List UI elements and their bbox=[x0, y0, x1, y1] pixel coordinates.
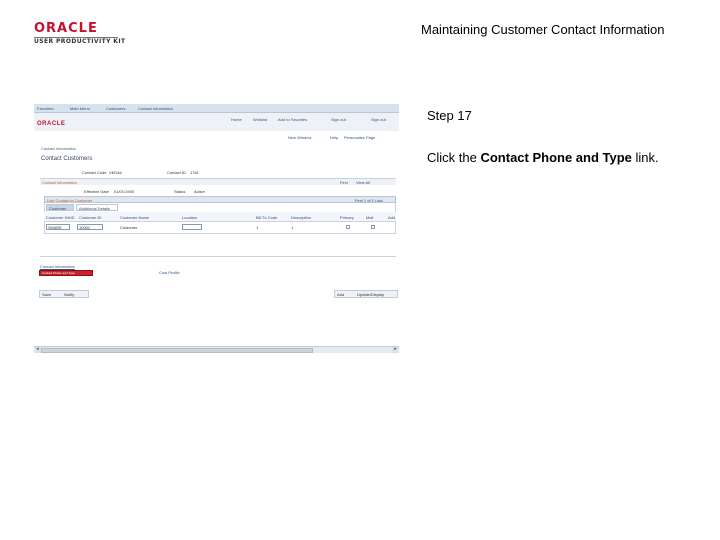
col-bill-to: Bill To Code bbox=[256, 215, 278, 220]
page-title: Contact Customers bbox=[41, 156, 93, 162]
view-all-link[interactable]: View All bbox=[356, 180, 370, 185]
find-link[interactable]: Find bbox=[340, 180, 348, 185]
tab-additional-label: Additional Details bbox=[79, 206, 110, 211]
header-signout-link[interactable]: Sign out bbox=[371, 117, 386, 122]
step-instruction: Click the Contact Phone and Type link. bbox=[427, 150, 659, 165]
help-link[interactable]: Help bbox=[330, 135, 338, 140]
document-title: Maintaining Customer Contact Information bbox=[421, 22, 665, 37]
header-multichannel-link[interactable]: Sign out bbox=[331, 117, 346, 122]
tab-customer[interactable]: Customer bbox=[46, 204, 74, 211]
breadcrumb: Contact Information bbox=[41, 146, 76, 151]
cust-profile-link[interactable]: Cust Profile bbox=[159, 270, 180, 275]
personalize-page-link[interactable]: Personalize Page bbox=[344, 135, 375, 140]
horizontal-scrollbar[interactable]: ◂ ▸ bbox=[34, 346, 399, 353]
grid-pagination[interactable]: First 1 of 1 Last bbox=[355, 198, 383, 203]
add-button[interactable]: Add bbox=[337, 292, 344, 297]
scroll-left-icon[interactable]: ◂ bbox=[34, 347, 41, 353]
grid-title: Link Contact to Customer bbox=[47, 198, 93, 203]
effective-date-label: Effective Date bbox=[84, 189, 109, 194]
header-home-link[interactable]: Home bbox=[231, 117, 242, 122]
customer-name-value: Customer bbox=[120, 225, 138, 230]
setid-value: SHARE bbox=[48, 225, 62, 230]
col-primary: Primary bbox=[340, 215, 354, 220]
grid-column-headers: Customer SetID Customer ID Customer Name… bbox=[44, 212, 396, 222]
app-oracle-logo: ORACLE bbox=[37, 121, 66, 127]
tab-customer-label: Customer bbox=[49, 206, 67, 211]
nav-favorites[interactable]: Favorites bbox=[37, 106, 53, 111]
section-divider bbox=[40, 256, 396, 257]
scroll-thumb[interactable] bbox=[41, 348, 313, 353]
customer-id-value: 10001 bbox=[79, 225, 91, 230]
top-nav-bar: Favorites Main Menu Customers Contact In… bbox=[34, 104, 399, 113]
logo-rule bbox=[34, 37, 118, 38]
scroll-right-icon[interactable]: ▸ bbox=[392, 347, 399, 353]
contact-id-label: Contact ID bbox=[167, 170, 186, 175]
primary-checkbox[interactable] bbox=[346, 225, 350, 229]
step-label: Step 17 bbox=[427, 108, 472, 123]
nav-contact-information[interactable]: Contact Information bbox=[138, 106, 173, 111]
contact-code-value: VM146 bbox=[109, 170, 122, 175]
instruction-prefix: Click the bbox=[427, 150, 481, 165]
contact-code-label: Contact Code bbox=[82, 170, 107, 175]
grid-header: Link Contact to Customer First 1 of 1 La… bbox=[44, 196, 396, 203]
contact-id-value: 1761 bbox=[190, 170, 199, 175]
new-window-link[interactable]: New Window bbox=[288, 135, 311, 140]
location-input[interactable] bbox=[182, 224, 202, 230]
save-button[interactable]: Save bbox=[42, 292, 51, 297]
instruction-target: Contact Phone and Type bbox=[480, 150, 632, 165]
oracle-upk-logo: ORACLE USER PRODUCTIVITY KIT bbox=[34, 22, 126, 48]
table-row: SHARE 10001 Customer 1 1 bbox=[44, 223, 396, 231]
update-display-button[interactable]: Update/Display bbox=[357, 292, 384, 297]
tab-additional-details[interactable]: Additional Details bbox=[76, 204, 118, 211]
effective-date-value: 01/01/1900 bbox=[114, 189, 135, 194]
status-value: Active bbox=[194, 189, 205, 194]
contact-information-link[interactable]: Contact Information bbox=[40, 264, 75, 269]
mail-checkbox[interactable] bbox=[371, 225, 375, 229]
add-update-bar: Add Update/Display bbox=[334, 290, 398, 298]
col-description: Description bbox=[291, 215, 312, 220]
header-favorites-link[interactable]: Add to Favorites bbox=[278, 117, 307, 122]
col-customer-id: Customer ID bbox=[79, 215, 102, 220]
contact-phone-and-type-label: Contact Phone and Type bbox=[42, 271, 75, 275]
col-location: Location bbox=[182, 215, 198, 220]
col-setid: Customer SetID bbox=[46, 215, 75, 220]
status-label: Status bbox=[174, 189, 186, 194]
contact-phone-and-type-link[interactable]: Contact Phone and Type bbox=[39, 270, 93, 276]
col-mail: Mail bbox=[366, 215, 374, 220]
header-bar: Home Worklist Add to Favorites Sign out … bbox=[34, 113, 399, 131]
col-add: Add bbox=[388, 215, 396, 220]
instruction-suffix: link. bbox=[631, 150, 659, 165]
header-worklist-link[interactable]: Worklist bbox=[253, 117, 267, 122]
upk-subtitle: USER PRODUCTIVITY KIT bbox=[34, 38, 126, 45]
contact-information-section: Contact Information Find View All bbox=[40, 178, 396, 185]
description-value: 1 bbox=[291, 225, 294, 230]
notify-button[interactable]: Notify bbox=[64, 292, 74, 297]
oracle-wordmark: ORACLE bbox=[34, 21, 98, 36]
application-screenshot: Favorites Main Menu Customers Contact In… bbox=[34, 104, 399, 354]
section-title: Contact Information bbox=[42, 180, 77, 185]
bill-to-value: 1 bbox=[256, 225, 259, 230]
nav-main-menu[interactable]: Main Menu bbox=[70, 106, 90, 111]
save-notify-bar: Save Notify bbox=[39, 290, 89, 298]
col-customer-name: Customer Name bbox=[120, 215, 150, 220]
nav-customers[interactable]: Customers bbox=[106, 106, 125, 111]
